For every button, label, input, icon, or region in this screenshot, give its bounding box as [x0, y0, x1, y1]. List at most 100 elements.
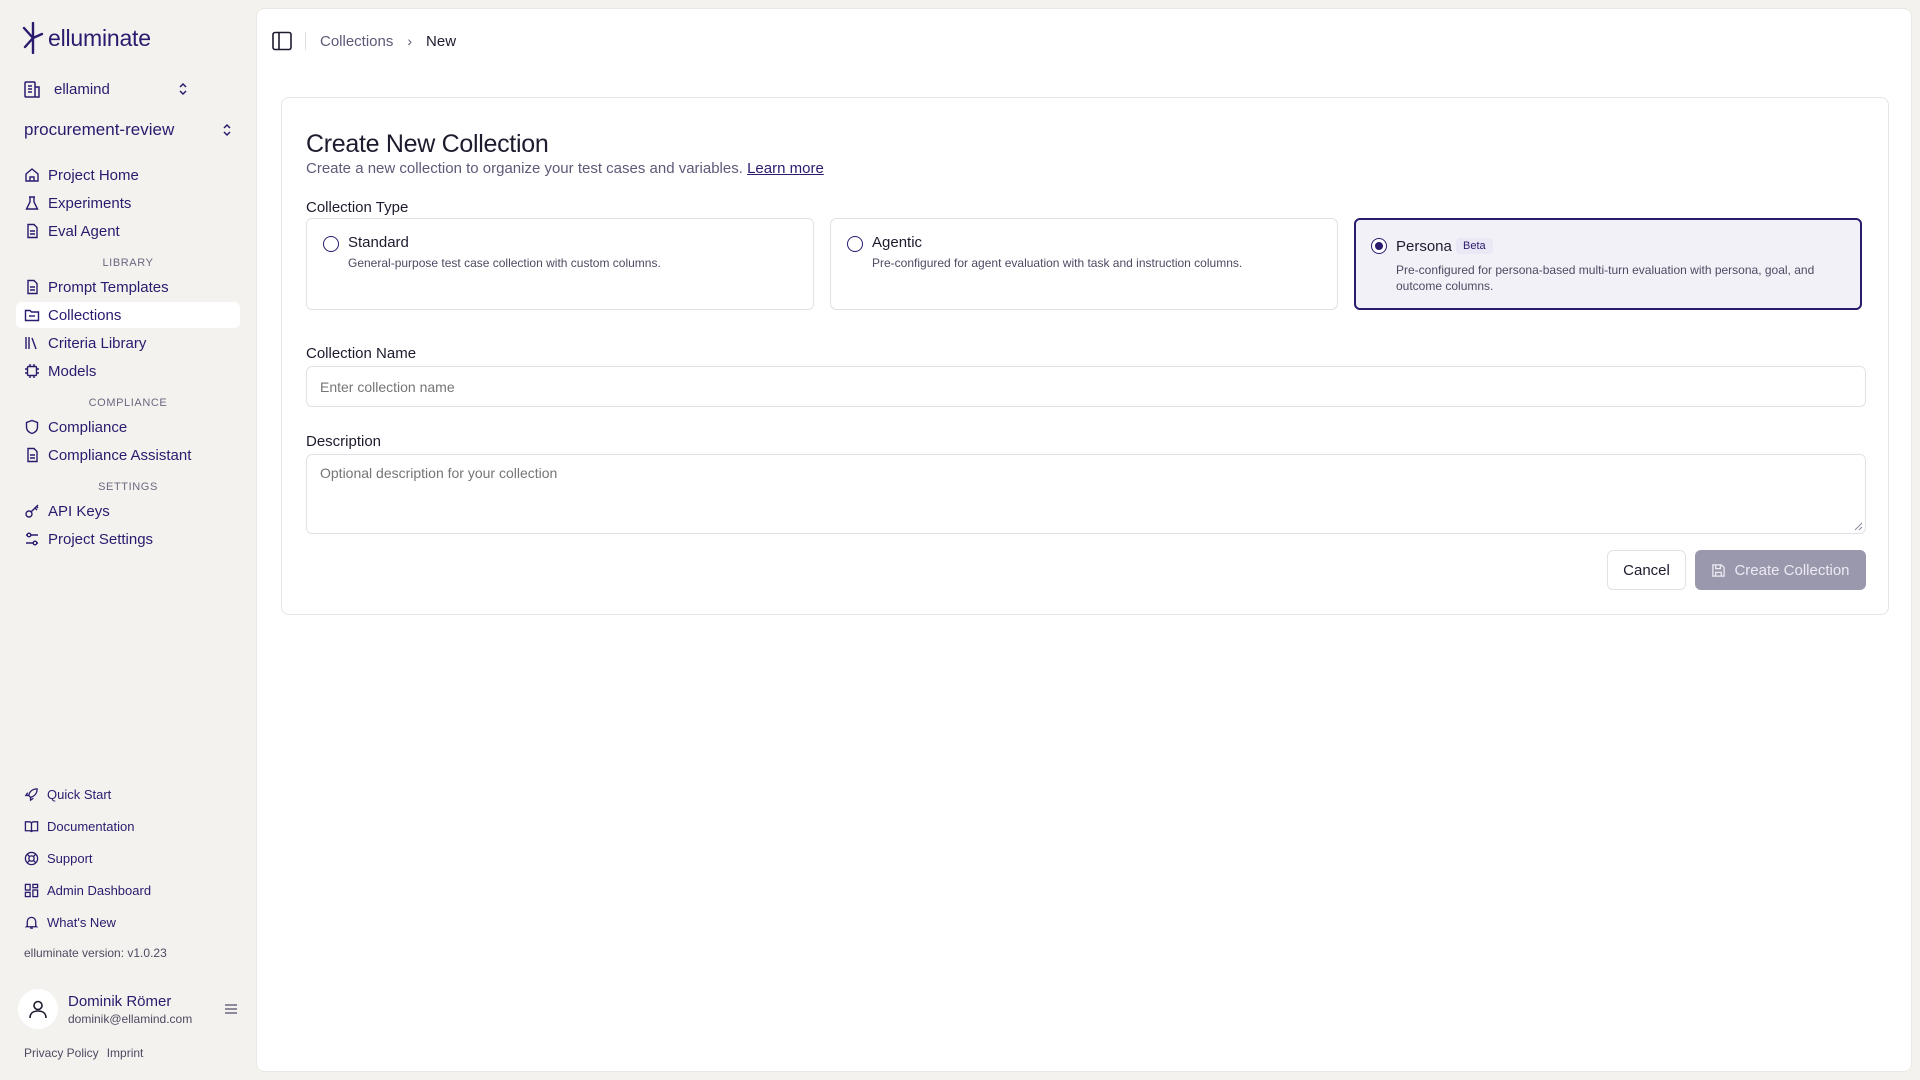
folder-icon — [24, 309, 40, 322]
create-collection-label: Create Collection — [1734, 561, 1850, 579]
sidebar: elluminate ellamind procurement-review P… — [0, 0, 256, 1080]
sidebar-item-label: Collections — [48, 306, 122, 324]
footer-item-label: Quick Start — [47, 786, 112, 802]
sidebar-item-eval-agent[interactable]: Eval Agent — [16, 218, 240, 244]
org-name: ellamind — [54, 80, 110, 98]
user-profile[interactable]: Dominik Römer dominik@ellamind.com — [18, 987, 238, 1031]
imprint-link[interactable]: Imprint — [107, 1046, 144, 1060]
footer-item-support[interactable]: Support — [16, 847, 240, 869]
resize-grip-icon[interactable] — [1853, 521, 1863, 531]
brand-name: elluminate — [48, 24, 151, 51]
topbar: Collections › New — [271, 29, 456, 53]
type-description: Pre-configured for agent evaluation with… — [872, 256, 1243, 270]
sidebar-item-compliance-assistant[interactable]: Compliance Assistant — [16, 442, 240, 468]
type-name: Agentic — [872, 234, 923, 251]
type-option-persona[interactable]: Persona Beta Pre-configured for persona-… — [1354, 218, 1862, 310]
sidebar-item-label: API Keys — [48, 502, 110, 520]
key-icon — [25, 504, 39, 518]
sidebar-item-label: Eval Agent — [48, 222, 120, 240]
sidebar-item-project-home[interactable]: Project Home — [16, 162, 240, 188]
legal-links: Privacy Policy Imprint — [24, 1046, 143, 1060]
beta-badge: Beta — [1456, 238, 1493, 254]
document-icon — [27, 223, 38, 239]
library-icon — [25, 337, 37, 350]
page-title: Create New Collection — [306, 130, 549, 158]
save-icon — [1712, 563, 1726, 577]
radio-agentic[interactable] — [847, 236, 863, 252]
avatar — [18, 989, 58, 1029]
chevrons-up-down-icon — [179, 82, 187, 96]
radio-persona[interactable] — [1371, 238, 1387, 254]
sidebar-item-project-settings[interactable]: Project Settings — [16, 526, 240, 552]
sidebar-item-label: Experiments — [48, 194, 132, 212]
create-collection-button[interactable]: Create Collection — [1695, 550, 1866, 590]
footer-item-documentation[interactable]: Documentation — [16, 815, 240, 837]
collection-type-label: Collection Type — [306, 199, 409, 216]
sidebar-item-prompt-templates[interactable]: Prompt Templates — [16, 274, 240, 300]
collection-name-input[interactable] — [306, 366, 1866, 407]
cancel-button[interactable]: Cancel — [1607, 550, 1686, 590]
sidebar-item-label: Prompt Templates — [48, 278, 169, 296]
footer-item-label: Admin Dashboard — [47, 882, 152, 898]
user-email: dominik@ellamind.com — [68, 1011, 193, 1026]
flask-icon — [25, 196, 39, 210]
menu-icon[interactable] — [224, 1002, 238, 1016]
type-option-agentic[interactable]: Agentic Pre-configured for agent evaluat… — [830, 218, 1338, 310]
footer-item-label: What's New — [47, 914, 116, 930]
learn-more-link[interactable]: Learn more — [747, 160, 824, 177]
section-label-library: LIBRARY — [102, 257, 154, 269]
type-option-standard[interactable]: Standard General-purpose test case colle… — [306, 218, 814, 310]
footer-item-label: Documentation — [47, 818, 135, 834]
sliders-icon — [26, 532, 38, 546]
footer-item-label: Support — [47, 850, 93, 866]
bell-icon — [24, 916, 39, 929]
rocket-icon — [24, 787, 38, 801]
building-icon — [24, 81, 40, 98]
sidebar-item-api-keys[interactable]: API Keys — [16, 498, 240, 524]
type-description: Pre-configured for persona-based multi-t… — [1396, 263, 1815, 293]
sidebar-item-label: Models — [48, 362, 97, 380]
brand-logo[interactable]: elluminate — [22, 22, 151, 54]
shield-icon — [25, 419, 39, 435]
project-switcher[interactable]: procurement-review — [24, 118, 234, 142]
cpu-icon — [25, 364, 39, 378]
sidebar-item-label: Project Settings — [48, 530, 154, 548]
sidebar-toggle-icon[interactable] — [271, 30, 293, 52]
sidebar-item-collections[interactable]: Collections — [16, 302, 240, 328]
chevrons-up-down-icon — [223, 123, 231, 137]
sidebar-item-criteria-library[interactable]: Criteria Library — [16, 330, 240, 356]
breadcrumb-current: New — [426, 32, 457, 50]
main-panel: Collections › New Create New Collection … — [256, 8, 1912, 1072]
footer-item-admin-dashboard[interactable]: Admin Dashboard — [16, 879, 240, 901]
org-switcher[interactable]: ellamind — [22, 78, 190, 100]
breadcrumb: Collections › New — [320, 33, 456, 50]
breadcrumb-collections[interactable]: Collections — [320, 33, 393, 50]
topbar-divider — [305, 32, 306, 50]
chevron-right-icon: › — [407, 33, 413, 49]
radio-standard[interactable] — [323, 236, 339, 252]
privacy-policy-link[interactable]: Privacy Policy — [24, 1046, 99, 1060]
user-icon — [29, 1000, 47, 1019]
description-label: Description — [306, 433, 382, 450]
description-textarea[interactable] — [306, 454, 1866, 534]
sidebar-item-models[interactable]: Models — [16, 358, 240, 384]
document-icon — [27, 279, 38, 295]
footer-item-whats-new[interactable]: What's New — [16, 911, 240, 933]
book-icon — [24, 820, 39, 832]
sidebar-item-experiments[interactable]: Experiments — [16, 190, 240, 216]
page-subtitle: Create a new collection to organize your… — [306, 160, 824, 177]
description-wrapper — [306, 454, 1866, 534]
collection-name-label: Collection Name — [306, 345, 417, 362]
sidebar-item-label: Compliance Assistant — [48, 446, 192, 464]
dashboard-grid-icon — [24, 883, 39, 897]
subtitle-text: Create a new collection to organize your… — [306, 160, 743, 177]
section-label-compliance: COMPLIANCE — [88, 397, 168, 409]
create-collection-card: Create New Collection Create a new colle… — [281, 97, 1889, 615]
home-icon — [25, 168, 39, 182]
sidebar-item-compliance[interactable]: Compliance — [16, 414, 240, 440]
document-icon — [27, 447, 38, 463]
type-name: Persona — [1396, 238, 1452, 255]
elluminate-logo-icon — [22, 22, 44, 54]
footer-item-quick-start[interactable]: Quick Start — [16, 783, 240, 805]
user-name: Dominik Römer — [68, 992, 172, 1010]
